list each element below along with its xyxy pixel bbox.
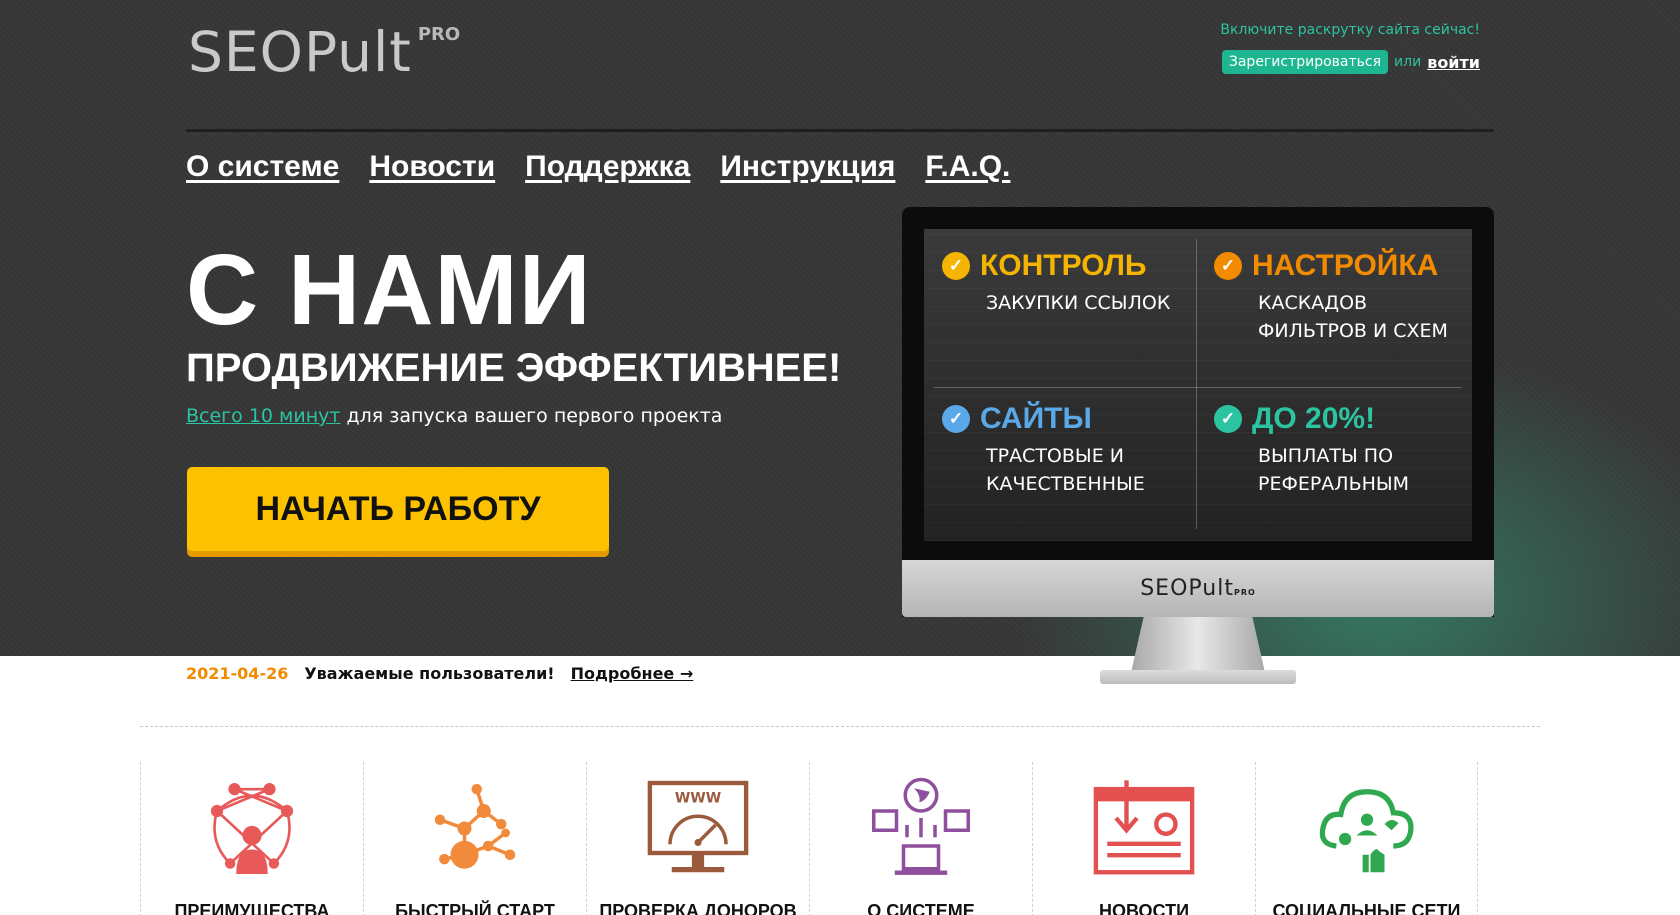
tile-label: О СИСТЕМЕ xyxy=(867,901,975,915)
site-logo[interactable]: SEOPult PRO xyxy=(188,22,460,82)
feature-title: САЙТЫ xyxy=(980,402,1092,435)
feature-settings: ✓ НАСТРОЙКА КАСКАДОВ ФИЛЬТРОВ И СХЕМ xyxy=(1214,249,1464,345)
auth-panel: Включите раскрутку сайта сейчас! Зарегис… xyxy=(1220,22,1480,74)
logo-text: SEOPult xyxy=(188,20,412,84)
molecule-icon xyxy=(434,783,516,869)
tile-label: НОВОСТИ xyxy=(1098,901,1190,915)
tile-label: ПРОВЕРКА ДОНОРОВ xyxy=(599,901,797,915)
feature-tiles: ПРЕИМУЩЕСТВА БЫСТРЫЙ СТАРТ WWW ПРОВЕРКА … xyxy=(140,762,1478,915)
tile-quick-start[interactable]: БЫСТРЫЙ СТАРТ xyxy=(363,762,586,915)
hero-subheadline: ПРОДВИЖЕНИЕ ЭФФЕКТИВНЕЕ! xyxy=(186,346,842,390)
www-speedometer-icon: WWW xyxy=(647,780,749,873)
social-cloud-icon xyxy=(1319,789,1413,873)
feature-text: КАСКАДОВ ФИЛЬТРОВ И СХЕМ xyxy=(1258,292,1448,342)
tagline-text: для запуска вашего первого проекта xyxy=(340,405,723,427)
check-icon: ✓ xyxy=(1214,405,1242,433)
tile-about-system[interactable]: О СИСТЕМЕ xyxy=(809,762,1032,915)
auth-links: Зарегистрироваться или войти xyxy=(1220,50,1480,74)
hero-headline: С НАМИ xyxy=(186,234,592,346)
feature-referral: ✓ ДО 20%! ВЫПЛАТЫ ПО РЕФЕРАЛЬНЫМ xyxy=(1214,402,1464,498)
feature-title: КОНТРОЛЬ xyxy=(980,249,1147,282)
check-icon: ✓ xyxy=(1214,252,1242,280)
header-divider xyxy=(186,129,1494,132)
tile-social-networks[interactable]: СОЦИАЛЬНЫЕ СЕТИ xyxy=(1255,762,1478,915)
nav-item-support[interactable]: Поддержка xyxy=(525,150,690,184)
section-divider xyxy=(140,726,1540,727)
news-date: 2021-04-26 xyxy=(186,664,289,683)
promo-text: Включите раскрутку сайта сейчас! xyxy=(1220,22,1480,38)
feature-control: ✓ КОНТРОЛЬ ЗАКУПКИ ССЫЛОК xyxy=(942,249,1192,317)
news-download-icon xyxy=(1093,780,1195,875)
hero-tagline: Всего 10 минут для запуска вашего первог… xyxy=(186,405,722,427)
tile-label: СОЦИАЛЬНЫЕ СЕТИ xyxy=(1272,901,1461,915)
svg-text:WWW: WWW xyxy=(675,790,721,806)
monitor-screen: ✓ КОНТРОЛЬ ЗАКУПКИ ССЫЛОК ✓ НАСТРОЙКА КА… xyxy=(924,229,1472,541)
feature-text: ТРАСТОВЫЕ И КАЧЕСТВЕННЫЕ xyxy=(986,445,1145,495)
register-button[interactable]: Зарегистрироваться xyxy=(1221,50,1389,74)
nav-item-about[interactable]: О системе xyxy=(186,150,339,184)
main-nav: О системе Новости Поддержка Инструкция F… xyxy=(186,150,1010,184)
monitor-stand xyxy=(1130,617,1266,677)
network-user-icon xyxy=(210,783,294,874)
feature-title: НАСТРОЙКА xyxy=(1252,249,1439,282)
tile-donor-check[interactable]: WWW ПРОВЕРКА ДОНОРОВ xyxy=(586,762,809,915)
start-work-button[interactable]: НАЧАТЬ РАБОТУ xyxy=(187,467,609,551)
news-ticker: 2021-04-26 Уважаемые пользователи! Подро… xyxy=(186,664,693,683)
check-icon: ✓ xyxy=(942,405,970,433)
tile-news[interactable]: НОВОСТИ xyxy=(1032,762,1255,915)
tile-advantages[interactable]: ПРЕИМУЩЕСТВА xyxy=(140,762,363,915)
feature-title: ДО 20%! xyxy=(1252,402,1376,435)
nav-item-instructions[interactable]: Инструкция xyxy=(720,150,895,184)
logo-pro-badge: PRO xyxy=(417,24,461,45)
check-icon: ✓ xyxy=(942,252,970,280)
tile-label: ПРЕИМУЩЕСТВА xyxy=(174,901,330,915)
feature-text: ЗАКУПКИ ССЫЛОК xyxy=(986,292,1171,314)
news-more-link[interactable]: Подробнее → xyxy=(571,664,694,683)
login-link[interactable]: войти xyxy=(1427,53,1480,72)
globe-network-icon xyxy=(872,777,970,875)
tagline-link[interactable]: Всего 10 минут xyxy=(186,405,340,427)
chin-logo: SEOPultPRO xyxy=(1140,576,1256,601)
monitor-illustration: ✓ КОНТРОЛЬ ЗАКУПКИ ССЫЛОК ✓ НАСТРОЙКА КА… xyxy=(902,207,1494,617)
monitor-chin: SEOPultPRO xyxy=(902,560,1494,617)
monitor-stand-base xyxy=(1100,670,1296,684)
tile-label: БЫСТРЫЙ СТАРТ xyxy=(395,901,555,915)
feature-text: ВЫПЛАТЫ ПО РЕФЕРАЛЬНЫМ xyxy=(1258,445,1410,495)
news-text: Уважаемые пользователи! xyxy=(304,664,555,683)
feature-sites: ✓ САЙТЫ ТРАСТОВЫЕ И КАЧЕСТВЕННЫЕ xyxy=(942,402,1192,498)
hero-section: SEOPult PRO Включите раскрутку сайта сей… xyxy=(0,0,1680,656)
nav-item-news[interactable]: Новости xyxy=(369,150,495,184)
or-label: или xyxy=(1394,54,1422,70)
nav-item-faq[interactable]: F.A.Q. xyxy=(925,150,1010,184)
